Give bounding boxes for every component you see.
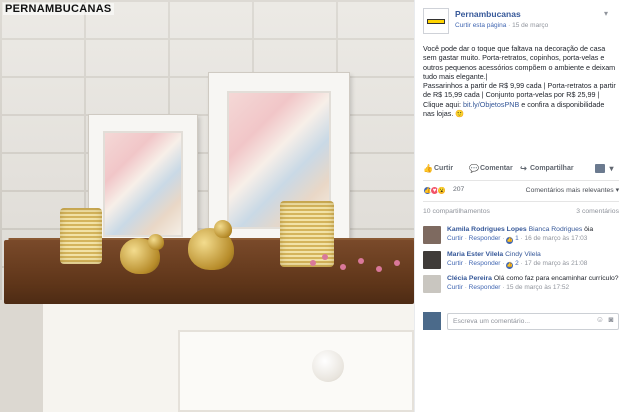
comment-reply-link[interactable]: Responder — [469, 260, 501, 267]
comment-input[interactable]: Escreva um comentário... — [447, 313, 619, 330]
post-as-selector[interactable]: ▾ — [595, 164, 616, 173]
brand-logo-icon — [427, 19, 445, 24]
comment-date[interactable]: 17 de março às 21:08 — [524, 260, 587, 267]
comment-likes[interactable]: 👍 2 — [506, 260, 519, 269]
comment-like-link[interactable]: Curtir — [447, 235, 463, 242]
thumbs-up-icon: 👍 — [506, 236, 514, 244]
post-header: Pernambucanas Curtir esta página · 15 de… — [423, 8, 614, 38]
drawer-knob — [312, 350, 344, 382]
comment-like-link[interactable]: Curtir — [447, 284, 463, 291]
reaction-count[interactable]: 207 — [453, 186, 464, 193]
picture-frame-small — [88, 114, 198, 254]
comment-composer: Escreva um comentário... ☺ ◙ — [423, 312, 619, 332]
comment-author[interactable]: Kamila Rodrigues Lopes — [447, 226, 527, 233]
avatar[interactable] — [423, 226, 441, 244]
share-icon: ↪ — [520, 164, 527, 173]
page-name-link[interactable]: Pernambucanas — [455, 9, 521, 19]
avatar — [423, 312, 441, 330]
comment-reply-link[interactable]: Responder — [469, 235, 501, 242]
wow-reaction-icon: 😮 — [437, 186, 446, 195]
comment-date[interactable]: 15 de março às 17:52 — [506, 284, 569, 291]
chevron-down-icon[interactable]: ▾ — [604, 10, 612, 18]
post-actions: 👍 Curtir 💬 Comentar ↪ Compartilhar ▾ — [423, 164, 617, 178]
tagged-user[interactable]: Bianca Rodrigues — [529, 226, 583, 233]
chevron-down-icon: ▾ — [609, 164, 614, 173]
comment-like-link[interactable]: Curtir — [447, 260, 463, 267]
comment-reply-link[interactable]: Responder — [469, 284, 501, 291]
share-count[interactable]: 10 compartilhamentos — [423, 208, 490, 215]
like-page-link[interactable]: Curtir esta página — [455, 22, 506, 29]
cabinet-drawer — [178, 330, 414, 412]
reactions-row: 👍 ♥ 😮 207 Comentários mais relevantes ▾ — [423, 185, 619, 197]
comment-date[interactable]: 16 de março às 17:03 — [524, 235, 587, 242]
comment-count[interactable]: 3 comentários — [576, 208, 619, 215]
like-button[interactable]: 👍 Curtir — [423, 164, 453, 173]
thumbs-up-icon: 👍 — [423, 164, 433, 173]
divider — [423, 201, 619, 202]
avatar[interactable] — [423, 275, 441, 293]
gold-candle-holder-left — [60, 208, 102, 264]
post-panel: Pernambucanas Curtir esta página · 15 de… — [414, 0, 620, 412]
camera-icon[interactable]: ◙ — [606, 315, 616, 325]
reaction-icons[interactable]: 👍 ♥ 😮 — [423, 186, 446, 195]
brand-watermark: PERNAMBUCANAS — [3, 3, 114, 15]
thumbs-up-icon: 👍 — [506, 261, 514, 269]
post-text: Você pode dar o toque que faltava na dec… — [423, 44, 616, 119]
tagged-user[interactable]: Cindy Vilela — [505, 251, 541, 258]
flower-sprig — [306, 246, 414, 280]
divider — [423, 180, 619, 181]
post-photo[interactable]: PERNAMBUCANAS — [0, 0, 414, 412]
post-date[interactable]: 15 de março — [512, 22, 548, 29]
smile-icon[interactable]: ☺ — [595, 315, 605, 325]
comment-icon: 💬 — [469, 164, 479, 173]
comment-likes[interactable]: 👍 1 — [506, 235, 519, 244]
avatar[interactable] — [423, 251, 441, 269]
share-button[interactable]: ↪ Compartilhar — [519, 164, 573, 173]
comment-author[interactable]: Maria Ester Vilela — [447, 251, 503, 258]
post-link[interactable]: bit.ly/ObjetosPNB — [463, 100, 519, 109]
comment-author[interactable]: Clécia Pereira — [447, 275, 492, 282]
page-avatar[interactable] — [423, 8, 449, 34]
comment-button[interactable]: 💬 Comentar — [469, 164, 513, 173]
avatar — [595, 164, 605, 173]
comment-order-dropdown[interactable]: Comentários mais relevantes ▾ — [526, 186, 619, 194]
post-meta: Curtir esta página · 15 de março — [455, 22, 549, 29]
